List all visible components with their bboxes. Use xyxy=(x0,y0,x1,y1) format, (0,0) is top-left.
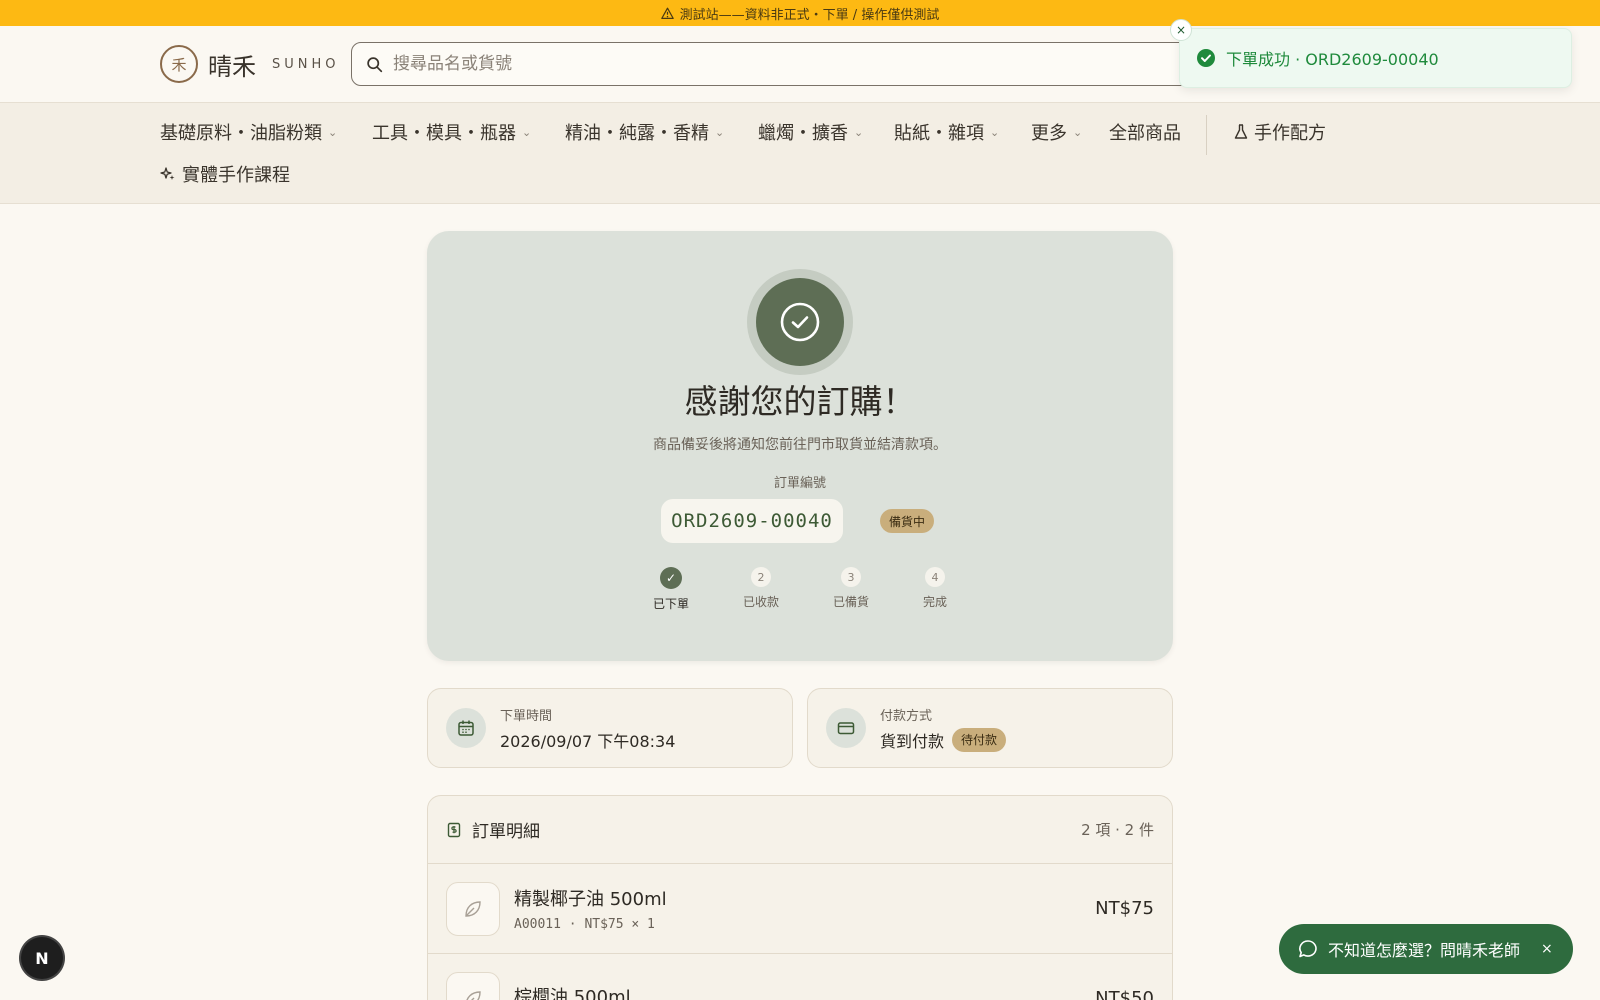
order-details-title: 訂單明細 xyxy=(472,822,540,842)
site-logo[interactable]: 禾 晴禾 SUNHO xyxy=(160,45,340,83)
nav-item-label: 蠟燭・擴香 xyxy=(758,123,848,144)
order-success-toast: × 下單成功 · ORD2609-00040 xyxy=(1170,19,1572,88)
chat-label: 不知道怎麼選？問晴禾老師 xyxy=(1328,941,1521,960)
item-name: 棕櫚油 500ml xyxy=(514,986,631,1000)
search-icon xyxy=(367,56,383,72)
chat-bubble-icon xyxy=(1299,940,1317,958)
nav-item-all-products[interactable]: 全部商品 xyxy=(1109,119,1181,145)
nav-item-courses[interactable]: 實體手作課程 xyxy=(160,161,290,187)
logo-mark: 禾 xyxy=(160,45,198,83)
sparkle-icon xyxy=(160,167,175,180)
order-item-count: 2 項 · 2 件 xyxy=(1081,821,1154,839)
credit-card-icon xyxy=(826,708,866,748)
step-label: 已下單 xyxy=(652,597,689,611)
chevron-down-icon: ⌄ xyxy=(990,125,1000,139)
nav-item-label: 全部商品 xyxy=(1109,123,1181,144)
step-marker: ✓ xyxy=(660,567,682,589)
order-status-badge: 備貨中 xyxy=(880,509,935,533)
step-marker: 3 xyxy=(841,567,861,587)
nav-item-label: 基礎原料・油脂粉類 xyxy=(160,123,322,144)
nav-item-label: 手作配方 xyxy=(1254,123,1326,144)
page-title: 感謝您的訂購！ xyxy=(684,382,916,421)
order-time-label: 下單時間 xyxy=(500,708,553,724)
nav-item-essential-oils[interactable]: 精油・純露・香精 ⌄ xyxy=(565,119,724,145)
step-prepared: 3 已備貨 xyxy=(811,567,891,610)
order-details-header: 訂單明細 2 項 · 2 件 xyxy=(428,796,1172,864)
nav-item-label: 更多 xyxy=(1031,123,1067,144)
flask-icon xyxy=(1234,124,1248,139)
chevron-down-icon: ⌄ xyxy=(715,125,725,139)
search-input[interactable] xyxy=(393,54,993,74)
search-box[interactable] xyxy=(351,42,1191,86)
nav-item-stickers[interactable]: 貼紙・雜項 ⌄ xyxy=(894,119,999,145)
payment-status-badge: 待付款 xyxy=(952,727,1007,752)
ask-teacher-chat-button[interactable]: 不知道怎麼選？問晴禾老師 × xyxy=(1279,924,1573,974)
step-label: 已收款 xyxy=(742,595,779,609)
order-item-row[interactable]: 棕櫚油 500ml NT$50 xyxy=(428,954,1172,1000)
chevron-down-icon: ⌄ xyxy=(1073,125,1083,139)
order-number-label: 訂單編號 xyxy=(773,476,826,491)
nav-item-label: 實體手作課程 xyxy=(182,165,290,186)
payment-method-card: 付款方式 貨到付款 待付款 xyxy=(807,688,1173,768)
nav-item-recipes[interactable]: 手作配方 xyxy=(1234,119,1326,145)
nav-item-more[interactable]: 更多 ⌄ xyxy=(1031,119,1082,145)
order-time-value: 2026/09/07 下午08:34 xyxy=(500,731,676,751)
nav-item-label: 貼紙・雜項 xyxy=(894,123,984,144)
category-nav: 基礎原料・油脂粉類 ⌄ 工具・模具・瓶器 ⌄ 精油・純露・香精 ⌄ 蠟燭・擴香 … xyxy=(0,102,1600,204)
step-label: 完成 xyxy=(922,595,947,609)
nav-item-label: 精油・純露・香精 xyxy=(565,123,709,144)
payment-method-label: 付款方式 xyxy=(880,708,933,724)
leaf-icon xyxy=(446,971,500,1000)
step-marker: 4 xyxy=(925,567,945,587)
receipt-icon xyxy=(447,822,461,837)
nav-item-tools[interactable]: 工具・模具・瓶器 ⌄ xyxy=(372,119,531,145)
chevron-down-icon: ⌄ xyxy=(328,125,338,139)
order-time-card: 下單時間 2026/09/07 下午08:34 xyxy=(427,688,793,768)
step-paid: 2 已收款 xyxy=(721,567,801,610)
test-site-banner: 測試站——資料非正式・下單 / 操作僅供測試 xyxy=(0,0,1600,26)
order-number[interactable]: ORD2609-00040 xyxy=(661,499,843,543)
item-name: 精製椰子油 500ml xyxy=(514,889,667,910)
item-price: NT$75 xyxy=(1095,898,1154,919)
toast-message: 下單成功 · ORD2609-00040 xyxy=(1226,50,1439,69)
item-meta: A00011 · NT$75 × 1 xyxy=(514,917,655,932)
toast-close-button[interactable]: × xyxy=(1170,19,1192,41)
chat-close-button[interactable]: × xyxy=(1541,941,1553,957)
banner-text: 測試站——資料非正式・下單 / 操作僅供測試 xyxy=(679,7,940,23)
leaf-icon xyxy=(446,881,500,936)
check-circle-icon xyxy=(780,302,820,342)
nav-item-candles[interactable]: 蠟燭・擴香 ⌄ xyxy=(758,119,863,145)
step-complete: 4 完成 xyxy=(895,567,975,610)
item-price: NT$50 xyxy=(1095,988,1154,1000)
dev-tools-badge[interactable]: N xyxy=(21,937,63,979)
nav-divider xyxy=(1206,115,1207,155)
nav-item-label: 工具・模具・瓶器 xyxy=(372,123,516,144)
logo-chinese-name: 晴禾 xyxy=(208,52,256,81)
success-badge xyxy=(747,269,853,375)
order-item-row[interactable]: 精製椰子油 500ml A00011 · NT$75 × 1 NT$75 xyxy=(428,864,1172,954)
chevron-down-icon: ⌄ xyxy=(854,125,864,139)
order-confirmation-card: 感謝您的訂購！ 商品備妥後將通知您前往門市取貨並結清款項。 訂單編號 ORD26… xyxy=(427,231,1173,661)
payment-method-value: 貨到付款 xyxy=(880,731,945,751)
step-label: 已備貨 xyxy=(832,595,869,609)
step-marker: 2 xyxy=(751,567,771,587)
success-check-icon xyxy=(1197,49,1215,67)
logo-english-name: SUNHO xyxy=(272,56,340,72)
calendar-icon xyxy=(446,708,486,748)
chevron-down-icon: ⌄ xyxy=(522,125,532,139)
step-ordered: ✓ 已下單 xyxy=(631,567,711,612)
warning-icon xyxy=(660,7,674,19)
nav-item-base-materials[interactable]: 基礎原料・油脂粉類 ⌄ xyxy=(160,119,337,145)
order-details-panel: 訂單明細 2 項 · 2 件 精製椰子油 500ml A00011 · NT$7… xyxy=(427,795,1173,1000)
confirmation-subtitle: 商品備妥後將通知您前往門市取貨並結清款項。 xyxy=(653,437,947,453)
